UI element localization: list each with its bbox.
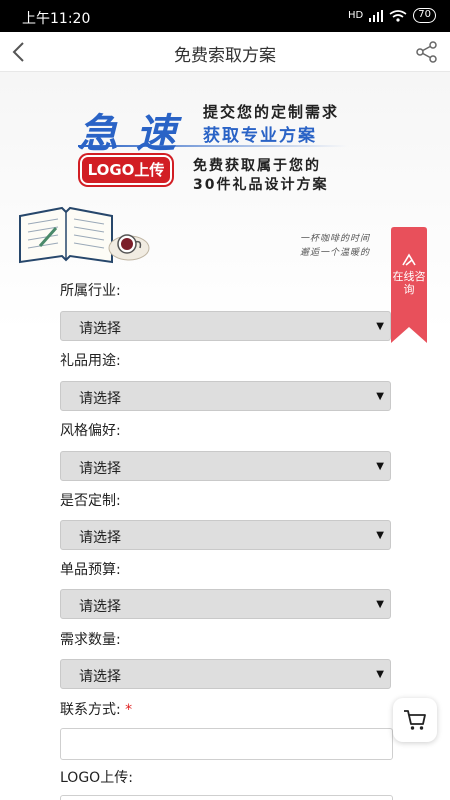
poem-line-1: 一杯咖啡的时间 [300,234,371,244]
banner-line-3: 免费获取属于您的 [193,158,321,174]
industry-select[interactable]: 请选择 ▼ [60,311,391,341]
required-mark: * [125,702,133,718]
dropdown-arrow-icon: ▼ [376,599,384,610]
customize-select-value: 请选择 [79,530,121,546]
industry-label: 所属行业: [60,283,121,299]
network-label: HD [348,10,364,21]
customize-label: 是否定制: [60,493,121,509]
purpose-select-value: 请选择 [79,391,121,407]
quantity-select-value: 请选择 [79,669,121,685]
signal-icon [369,9,384,22]
status-time: 上午11:20 [22,11,91,27]
style-label: 风格偏好: [60,423,121,439]
dropdown-arrow-icon: ▼ [376,321,384,332]
budget-select[interactable]: 请选择 ▼ [60,589,391,619]
banner-line-4: 30件礼品设计方案 [193,177,329,193]
contact-label: 联系方式: * [60,699,132,719]
banner-line-2: 获取专业方案 [203,126,317,146]
style-select-value: 请选择 [79,461,121,477]
cart-button[interactable] [393,698,437,742]
cart-icon [404,710,426,730]
banner-divider [78,145,348,147]
share-icon[interactable] [414,39,440,65]
poem-line-2: 邂逅一个温暖的 [300,248,371,258]
banner-char-1: 急 [78,111,120,157]
purpose-label: 礼品用途: [60,353,121,369]
budget-label: 单品预算: [60,562,121,578]
book-coffee-illustration [19,206,150,264]
battery-icon: 70 [413,8,436,23]
quantity-label: 需求数量: [60,632,121,648]
page-title: 免费索取方案 [174,46,276,66]
logo-upload-field[interactable] [60,795,393,800]
dropdown-arrow-icon: ▼ [376,391,384,402]
banner-line-1: 提交您的定制需求 [203,103,340,121]
dropdown-arrow-icon: ▼ [376,461,384,472]
purpose-select[interactable]: 请选择 ▼ [60,381,391,411]
promo-banner: 急 速 提交您的定制需求 获取专业方案 LOGO上传 免费获取属于您的 30件礼… [78,97,368,193]
logo-upload-badge: LOGO上传 [80,155,172,185]
dropdown-arrow-icon: ▼ [376,530,384,541]
nav-bar: 免费索取方案 [0,32,450,72]
contact-label-text: 联系方式: [60,702,121,718]
customize-select[interactable]: 请选择 ▼ [60,520,391,550]
wifi-icon [389,9,407,22]
status-icons: HD 70 [348,8,436,23]
style-select[interactable]: 请选择 ▼ [60,451,391,481]
industry-select-value: 请选择 [79,321,121,337]
consult-label: 在线咨询 [392,270,426,296]
status-bar: 上午11:20 HD 70 [0,0,450,32]
dropdown-arrow-icon: ▼ [376,669,384,680]
main-content: 急 速 提交您的定制需求 获取专业方案 LOGO上传 免费获取属于您的 30件礼… [0,72,450,800]
decor-poem: 一杯咖啡的时间 邂逅一个温暖的 [300,232,370,260]
contact-input[interactable] [60,728,393,760]
budget-select-value: 请选择 [79,599,121,615]
banner-char-2: 速 [136,111,178,157]
quantity-select[interactable]: 请选择 ▼ [60,659,391,689]
logo-upload-label: LOGO上传: [60,770,133,786]
